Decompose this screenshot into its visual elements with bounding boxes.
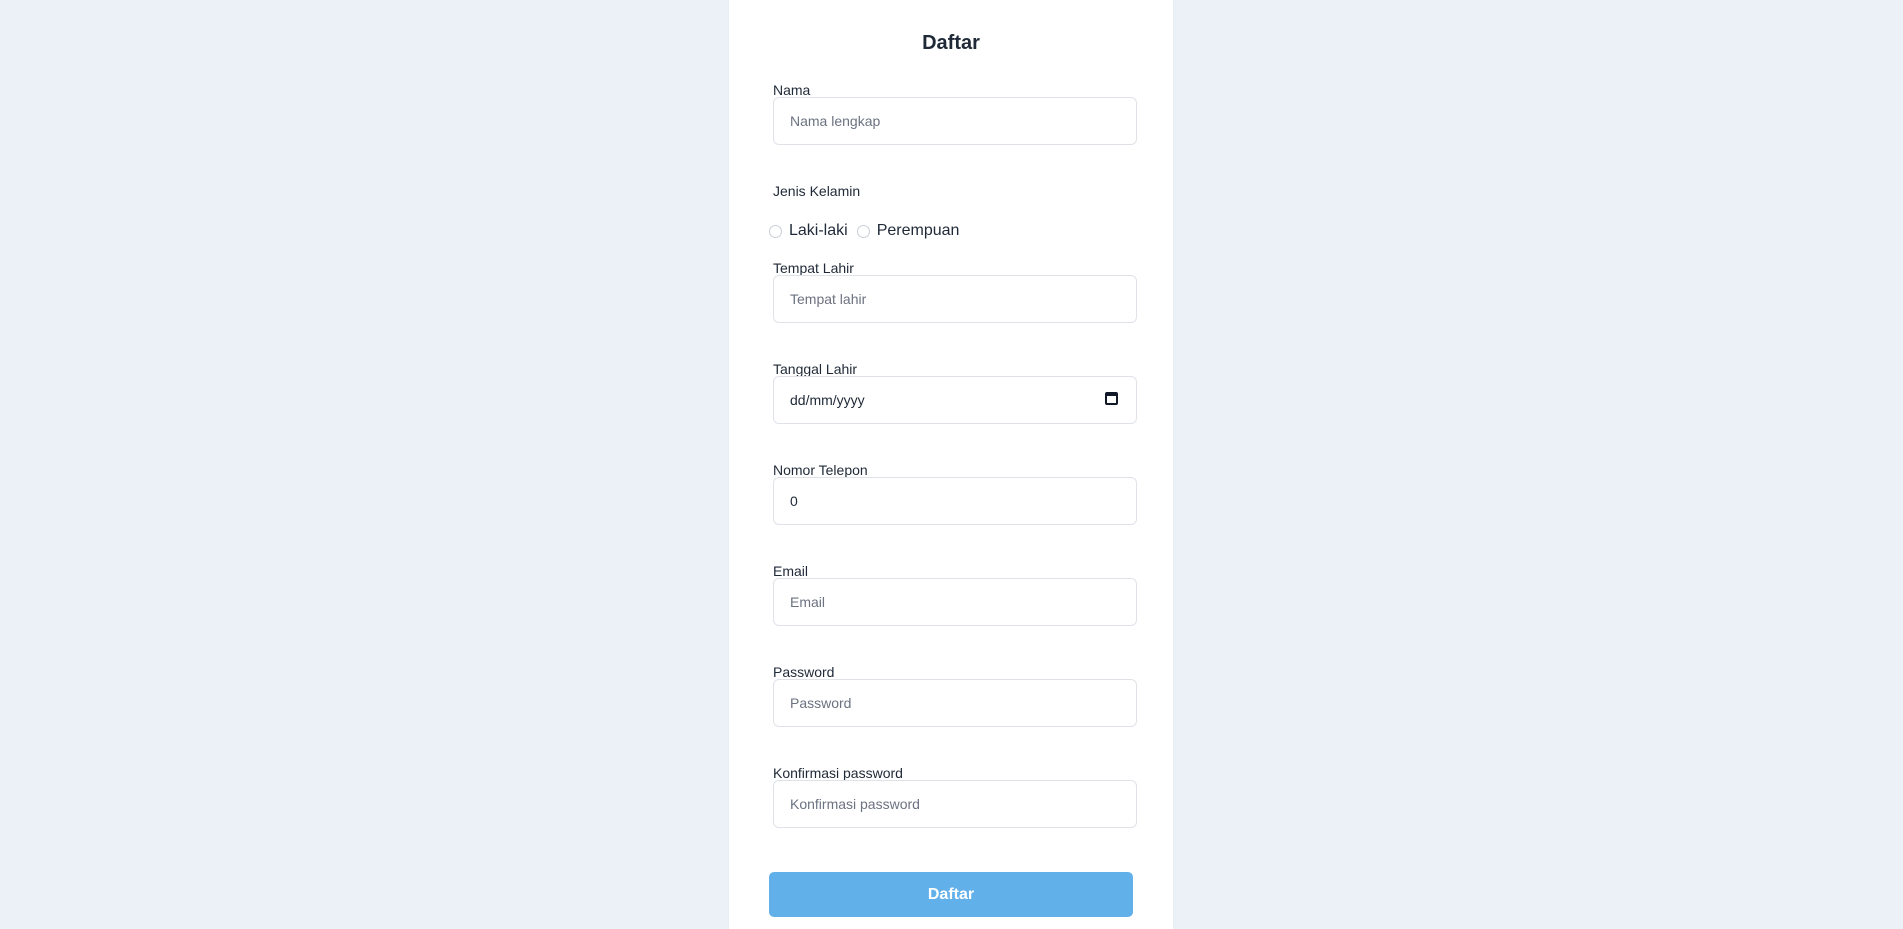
confirm-password-input[interactable] <box>773 780 1137 828</box>
birth-place-input[interactable] <box>773 275 1137 323</box>
birth-date-input[interactable]: dd/mm/yyyy <box>773 376 1137 424</box>
phone-input[interactable] <box>773 477 1137 525</box>
calendar-icon[interactable] <box>1105 392 1118 405</box>
form-title: Daftar <box>922 32 980 54</box>
birth-date-placeholder: dd/mm/yyyy <box>790 392 865 408</box>
gender-option-female[interactable]: Perempuan <box>856 222 960 240</box>
gender-option-male[interactable]: Laki-laki <box>769 222 848 240</box>
email-input[interactable] <box>773 578 1137 626</box>
name-input[interactable] <box>773 97 1137 145</box>
password-input[interactable] <box>773 679 1137 727</box>
male-radio-button[interactable] <box>769 224 782 238</box>
female-option-label: Perempuan <box>876 222 960 239</box>
male-option-label: Laki-laki <box>789 222 848 239</box>
gender-label: Jenis Kelamin <box>773 183 861 199</box>
register-submit-button[interactable]: Daftar <box>769 872 1133 917</box>
gender-radio-group: Laki-laki Perempuan <box>769 220 968 242</box>
register-page: Daftar Nama Jenis Kelamin Laki-laki Pere… <box>0 0 1903 929</box>
female-radio-button[interactable] <box>856 224 870 238</box>
registration-card: Daftar Nama Jenis Kelamin Laki-laki Pere… <box>729 0 1173 929</box>
